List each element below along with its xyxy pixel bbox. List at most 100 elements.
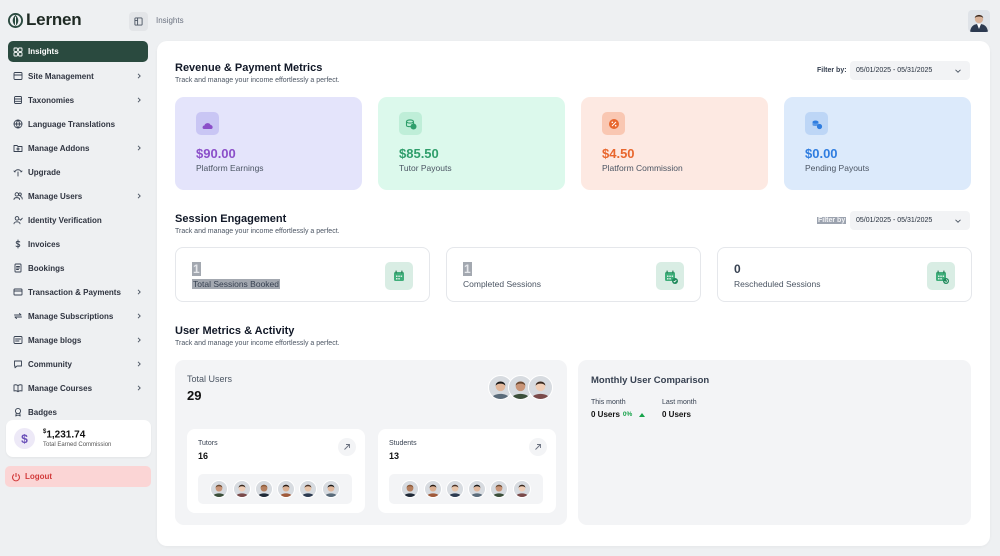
sessions-filter-label: Filter by — [817, 217, 847, 224]
main-content: Revenue & Payment Metrics Track and mana… — [157, 41, 990, 546]
session-label: Rescheduled Sessions — [734, 279, 821, 289]
credit-card-icon — [13, 287, 23, 297]
book-icon — [13, 383, 23, 393]
sidebar-item-manage-users[interactable]: Manage Users — [8, 184, 148, 208]
grid-icon — [13, 47, 23, 57]
users-subtitle: Track and manage your income effortlessl… — [175, 340, 340, 347]
breadcrumb: Insights — [156, 16, 184, 25]
session-value: 1 — [463, 262, 472, 276]
sidebar-item-label: Manage Addons — [28, 143, 90, 153]
sidebar-item-site-management[interactable]: Site Management — [8, 64, 148, 88]
revenue-filter-label: Filter by: — [817, 67, 847, 74]
sidebar-item-label: Language Translations — [28, 119, 116, 129]
chevron-right-icon — [137, 337, 141, 343]
sidebar-item-label: Taxonomies — [28, 95, 75, 105]
sidebar-item-insights[interactable]: Insights — [8, 41, 148, 62]
trend-up-icon — [639, 412, 646, 417]
globe-icon — [13, 119, 23, 129]
sidebar-item-manage-subscriptions[interactable]: Manage Subscriptions — [8, 304, 148, 328]
arrow-up-right-icon — [344, 444, 350, 450]
revenue-value: $90.00 — [196, 146, 236, 161]
arrow-up-right-icon — [535, 444, 541, 450]
this-month-change: 0% — [622, 411, 633, 418]
sidebar-item-taxonomies[interactable]: Taxonomies — [8, 88, 148, 112]
tutor-avatar — [210, 480, 229, 498]
sidebar-item-label: Community — [28, 359, 72, 369]
student-avatar — [445, 480, 464, 498]
revenue-label: Pending Payouts — [805, 163, 870, 173]
revenue-date-filter[interactable]: 05/01/2025 - 05/31/2025 — [850, 61, 970, 80]
revenue-value: $0.00 — [805, 146, 838, 161]
sidebar-item-label: Transaction & Payments — [28, 287, 121, 297]
chevron-right-icon — [137, 145, 141, 151]
tutor-avatar — [321, 480, 340, 498]
sidebar-item-label: Insights — [28, 47, 59, 56]
recent-users-avatars — [488, 375, 553, 400]
total-users-label: Total Users — [187, 374, 233, 384]
sidebar-item-label: Identity Verification — [28, 215, 102, 225]
sidebar-item-label: Manage Courses — [28, 383, 93, 393]
app-name: Lernen — [26, 10, 82, 29]
session-card-rescheduled-sessions: 0 Rescheduled Sessions — [717, 247, 972, 302]
student-avatar — [512, 480, 531, 498]
sidebar-item-community[interactable]: Community — [8, 352, 148, 376]
logo-leaf-icon — [8, 12, 23, 28]
sidebar-item-manage-blogs[interactable]: Manage blogs — [8, 328, 148, 352]
student-avatar — [468, 480, 487, 498]
user-avatar[interactable] — [968, 10, 990, 32]
tutors-open-button[interactable] — [338, 438, 356, 456]
calendar-icon — [385, 262, 413, 290]
sidebar-item-label: Manage Subscriptions — [28, 311, 114, 321]
app-logo[interactable]: Lernen — [8, 10, 82, 30]
folder-icon — [13, 143, 23, 153]
sidebar-item-invoices[interactable]: Invoices — [8, 232, 148, 256]
students-value: 13 — [389, 451, 400, 461]
students-card[interactable]: Students 13 — [378, 429, 556, 513]
chevron-right-icon — [137, 193, 141, 199]
sidebar-item-transaction-and-payments[interactable]: Transaction & Payments — [8, 280, 148, 304]
this-month-column: This month 0 Users 0% — [591, 399, 646, 419]
sidebar-item-identity-verification[interactable]: Identity Verification — [8, 208, 148, 232]
sidebar-item-bookings[interactable]: Bookings — [8, 256, 148, 280]
sessions-date-filter[interactable]: 05/01/2025 - 05/31/2025 — [850, 211, 970, 230]
student-avatar — [490, 480, 509, 498]
chevron-right-icon — [137, 97, 141, 103]
session-value: 0 — [734, 262, 741, 276]
users-icon — [13, 191, 23, 201]
sidebar-item-manage-addons[interactable]: Manage Addons — [8, 136, 148, 160]
pending-coins-icon — [805, 112, 828, 135]
sidebar-item-label: Invoices — [28, 239, 61, 249]
avatar-photo — [968, 10, 990, 32]
tutor-avatar — [254, 480, 273, 498]
revenue-value: $4.50 — [602, 146, 635, 161]
sessions-title: Session Engagement — [175, 213, 287, 225]
revenue-value: $85.50 — [399, 146, 439, 161]
gear-icon — [13, 71, 23, 81]
students-label: Students — [389, 440, 417, 447]
tutors-card[interactable]: Tutors 16 — [187, 429, 365, 513]
chevron-right-icon — [137, 73, 141, 79]
revenue-card-tutor-payouts — [378, 97, 565, 190]
sidebar-item-label: Manage blogs — [28, 335, 82, 345]
chevron-right-icon — [137, 361, 141, 367]
sidebar-item-label: Badges — [28, 407, 57, 417]
dollar-icon — [13, 239, 23, 249]
sidebar-item-language-translations[interactable]: Language Translations — [8, 112, 148, 136]
sidebar-item-manage-courses[interactable]: Manage Courses — [8, 376, 148, 400]
chevron-right-icon — [137, 289, 141, 295]
students-open-button[interactable] — [529, 438, 547, 456]
percent-icon — [602, 112, 625, 135]
blog-icon — [13, 335, 23, 345]
refresh-icon — [13, 311, 23, 321]
logout-button[interactable]: Logout — [5, 466, 151, 487]
revenue-subtitle: Track and manage your income effortlessl… — [175, 77, 340, 84]
chevron-right-icon — [137, 313, 141, 319]
student-avatars — [389, 474, 543, 504]
badge-icon — [13, 407, 23, 417]
revenue-label: Platform Earnings — [196, 163, 264, 173]
this-month-value: 0 Users — [591, 410, 620, 419]
sidebar-item-label: Site Management — [28, 71, 94, 81]
chat-icon — [13, 359, 23, 369]
sidebar-toggle-button[interactable] — [129, 12, 148, 31]
sidebar-item-upgrade[interactable]: Upgrade — [8, 160, 148, 184]
